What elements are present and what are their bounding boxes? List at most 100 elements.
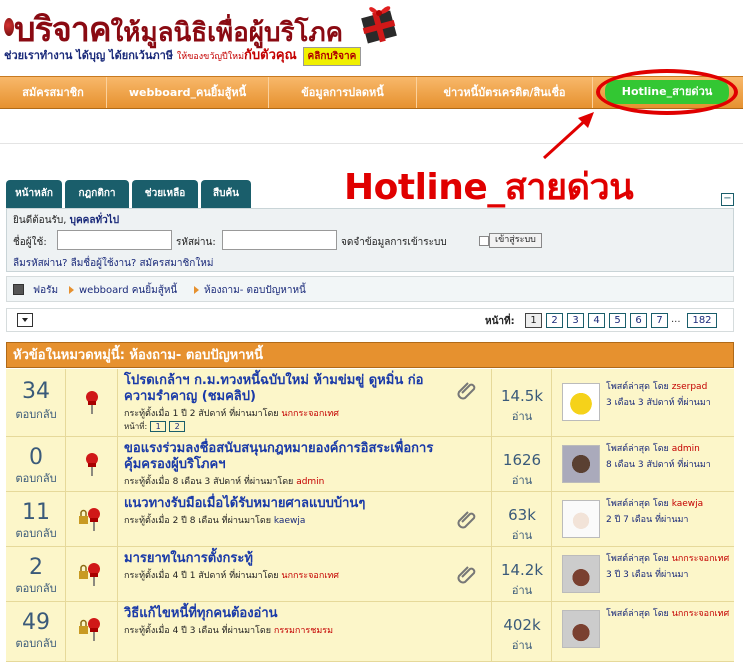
nav-debt-info[interactable]: ข้อมูลการปลดหนี้ bbox=[269, 77, 417, 108]
topic-meta: กระทู้ตั้งเมื่อ 4 ปี 1 สัปดาห์ ที่ผ่านมา… bbox=[124, 571, 339, 581]
tab-rules[interactable]: กฎกติกา bbox=[65, 180, 129, 208]
login-button[interactable]: เข้าสู่ระบบ bbox=[489, 233, 542, 248]
reply-count: 2 bbox=[29, 555, 43, 580]
topic-row[interactable]: 2 ตอบกลับ มารยาทในการตั้งกระทู้ กระทู้ตั้งเ… bbox=[6, 547, 734, 602]
breadcrumb-arrow-icon bbox=[194, 286, 199, 294]
view-count: 402k bbox=[503, 616, 541, 634]
topic-row[interactable]: 0 ตอบกลับ ขอแรงร่วมลงชื่อสนับสนุนกฎหมายองค… bbox=[6, 437, 734, 492]
breadcrumb: ฟอรัม webboard คนยิ้มสู้หนี้ ห้องถาม- ตอ… bbox=[6, 276, 734, 302]
avatar[interactable] bbox=[562, 500, 600, 538]
welcome-user: บุคคลทั่วไป bbox=[69, 215, 120, 226]
page-button-7[interactable]: 7 bbox=[651, 313, 668, 328]
subheader-strip bbox=[0, 110, 743, 144]
tab-search[interactable]: สืบค้น bbox=[201, 180, 251, 208]
attachment-paperclip-icon bbox=[456, 508, 478, 530]
last-post-info: โพสต์ล่าสุด โดย นกกระจอกเทศ bbox=[606, 609, 730, 619]
account-links[interactable]: ลืมรหัสผ่าน? ลืมชื่อผู้ใช้งาน? สมัครสมาช… bbox=[13, 256, 213, 271]
password-label: รหัสผ่าน: bbox=[176, 237, 216, 248]
last-post-user[interactable]: นกกระจอกเทศ bbox=[672, 609, 730, 619]
annotation-arrow-icon bbox=[542, 112, 594, 160]
reply-count: 11 bbox=[22, 500, 50, 525]
topic-title-link[interactable]: ขอแรงร่วมลงชื่อสนับสนุนกฎหมายองค์การอิสร… bbox=[124, 441, 454, 473]
page-button-3[interactable]: 3 bbox=[567, 313, 584, 328]
page-button-last[interactable]: 182 bbox=[687, 313, 717, 328]
topic-author[interactable]: กรรมการชมรม bbox=[274, 626, 333, 636]
last-post-user[interactable]: kaewja bbox=[672, 499, 703, 509]
avatar[interactable] bbox=[562, 383, 600, 421]
last-post-user[interactable]: admin bbox=[672, 444, 700, 454]
topic-title-link[interactable]: วิธีแก้ไขหนี้ที่ทุกคนต้องอ่าน bbox=[124, 606, 454, 622]
annotation-hotline-text: Hotline_สายด่วน bbox=[344, 167, 634, 208]
view-count: 14.5k bbox=[500, 387, 544, 405]
welcome-text: ยินดีต้อนรับ, บุคคลทั่วไป bbox=[13, 213, 119, 228]
topic-title-link[interactable]: โปรดเกล้าฯ ก.ม.ทวงหนี้ฉบับใหม่ ห้ามข่มขู… bbox=[124, 373, 454, 405]
topic-author[interactable]: นกกระจอกเทศ bbox=[281, 571, 339, 581]
reply-count: 49 bbox=[22, 610, 50, 635]
topic-title-link[interactable]: มารยาทในการตั้งกระทู้ bbox=[124, 551, 454, 567]
topic-page-button[interactable]: 1 bbox=[150, 421, 167, 432]
page-button-2[interactable]: 2 bbox=[546, 313, 563, 328]
sticky-pin-icon bbox=[82, 389, 102, 415]
tab-help[interactable]: ช่วยเหลือ bbox=[132, 180, 198, 208]
topic-author[interactable]: kaewja bbox=[274, 516, 305, 526]
topic-row[interactable]: 49 ตอบกลับ วิธีแก้ไขหนี้ที่ทุกคนต้องอ่าน กร… bbox=[6, 602, 734, 662]
view-count-label: อ่าน bbox=[511, 410, 533, 423]
pager-ellipsis: ... bbox=[671, 314, 681, 325]
topic-author[interactable]: นกกระจอกเทศ bbox=[281, 409, 339, 419]
reply-count-label: ตอบกลับ bbox=[15, 408, 57, 421]
login-panel: ยินดีต้อนรับ, บุคคลทั่วไป ชื่อผู้ใช้: รห… bbox=[6, 208, 734, 272]
forum-square-icon bbox=[13, 284, 24, 295]
page-button-6[interactable]: 6 bbox=[630, 313, 647, 328]
locked-sticky-icon bbox=[78, 616, 104, 642]
page-button-4[interactable]: 4 bbox=[588, 313, 605, 328]
topic-row[interactable]: 34 ตอบกลับ โปรดเกล้าฯ ก.ม.ทวงหนี้ฉบับใหม่ … bbox=[6, 369, 734, 437]
banner-tagline-small: ให้ของขวัญปีใหม่ bbox=[176, 52, 245, 62]
page-button-1[interactable]: 1 bbox=[525, 313, 542, 328]
breadcrumb-arrow-icon bbox=[69, 286, 74, 294]
topic-row[interactable]: 11 ตอบกลับ แนวทางรับมือเมื่อได้รับหมายศาลแ… bbox=[6, 492, 734, 547]
view-count-label: อ่าน bbox=[511, 639, 533, 652]
reply-count: 34 bbox=[22, 379, 50, 404]
reply-count-label: ตอบกลับ bbox=[15, 472, 57, 485]
view-count: 63k bbox=[508, 506, 536, 524]
site-banner[interactable]: บริจาคให้มูลนิธิเพื่อผู้บริโภค ช่วยเราทำ… bbox=[0, 0, 743, 76]
tab-home[interactable]: หน้าหลัก bbox=[6, 180, 62, 208]
welcome-prefix: ยินดีต้อนรับ, bbox=[13, 215, 67, 226]
page-button-5[interactable]: 5 bbox=[609, 313, 626, 328]
options-dropdown[interactable] bbox=[17, 313, 33, 327]
nav-hotline[interactable]: Hotline_สายด่วน bbox=[605, 80, 729, 104]
topic-page-button[interactable]: 2 bbox=[169, 421, 186, 432]
remember-checkbox[interactable] bbox=[479, 236, 489, 246]
banner-tagline: ช่วยเราทำงาน ได้บุญ ได้ยกเว้นภาษี ให้ของ… bbox=[4, 44, 362, 66]
topic-list-heading: หัวข้อในหมวดหมู่นี้: ห้องถาม- ตอบปัญหาหน… bbox=[6, 342, 734, 368]
breadcrumb-forum[interactable]: ฟอรัม bbox=[33, 283, 58, 298]
donate-click-badge[interactable]: คลิกบริจาค bbox=[302, 47, 362, 66]
avatar[interactable] bbox=[562, 445, 600, 483]
avatar[interactable] bbox=[562, 555, 600, 593]
topic-meta: กระทู้ตั้งเมื่อ 2 ปี 8 เดือน ที่ผ่านมาโด… bbox=[124, 516, 306, 526]
reply-count: 0 bbox=[29, 445, 43, 470]
avatar[interactable] bbox=[562, 610, 600, 648]
reply-count-label: ตอบกลับ bbox=[15, 527, 57, 540]
breadcrumb-webboard[interactable]: webboard คนยิ้มสู้หนี้ bbox=[79, 283, 177, 298]
pagination-bar: หน้าที่: 1 2 3 4 5 6 7 ... 182 bbox=[6, 308, 734, 332]
breadcrumb-category[interactable]: ห้องถาม- ตอบปัญหาหนี้ bbox=[204, 283, 306, 298]
nav-webboard[interactable]: webboard_คนยิ้มสู้หนี้ bbox=[107, 77, 269, 108]
last-post-info: โพสต์ล่าสุด โดย admin 8 เดือน 3 สัปดาห์ ท… bbox=[606, 444, 711, 470]
topic-meta: กระทู้ตั้งเมื่อ 8 เดือน 3 สัปดาห์ ที่ผ่า… bbox=[124, 477, 325, 487]
last-post-info: โพสต์ล่าสุด โดย zserpad 3 เดือน 3 สัปดาห์… bbox=[606, 382, 711, 408]
topic-title-link[interactable]: แนวทางรับมือเมื่อได้รับหมายศาลแบบบ้านๆ bbox=[124, 496, 454, 512]
topic-author[interactable]: admin bbox=[296, 477, 324, 487]
topic-mini-pager: หน้าที่: 1 2 bbox=[124, 420, 186, 433]
password-input[interactable] bbox=[222, 230, 337, 250]
username-input[interactable] bbox=[57, 230, 172, 250]
collapse-button[interactable]: − bbox=[721, 193, 734, 206]
sticky-pin-icon bbox=[82, 451, 102, 477]
view-count: 14.2k bbox=[500, 561, 544, 579]
last-post-user[interactable]: zserpad bbox=[672, 382, 708, 392]
nav-register[interactable]: สมัครสมาชิก bbox=[0, 77, 107, 108]
remember-label: จดจำข้อมูลการเข้าระบบ bbox=[341, 237, 447, 248]
nav-credit-news[interactable]: ข่าวหนี้บัตรเครดิต/สินเชื่อ bbox=[417, 77, 593, 108]
banner-tagline-big: กับตัวคุณ bbox=[244, 48, 297, 63]
last-post-user[interactable]: นกกระจอกเทศ bbox=[672, 554, 730, 564]
